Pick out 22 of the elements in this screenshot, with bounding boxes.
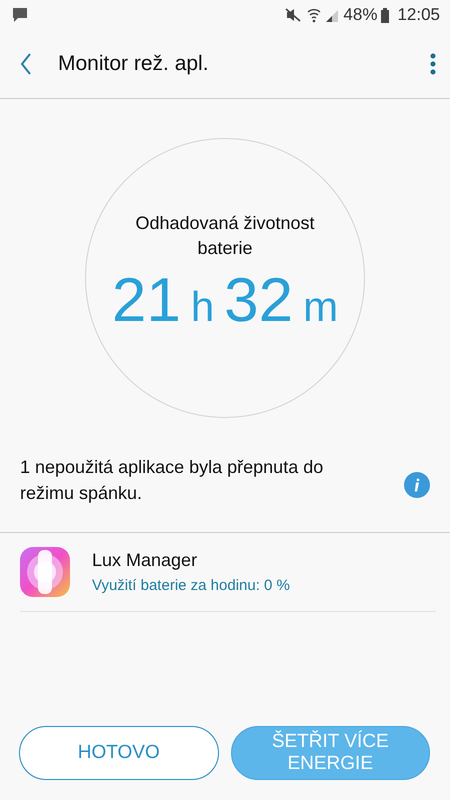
clock: 12:05 bbox=[397, 5, 440, 25]
page-title: Monitor rež. apl. bbox=[58, 52, 210, 76]
done-button[interactable]: HOTOVO bbox=[19, 726, 218, 780]
minutes-value: 32 bbox=[224, 264, 294, 336]
app-icon bbox=[20, 547, 70, 597]
hours-value: 21 bbox=[112, 264, 181, 336]
save-energy-button[interactable]: ŠETŘIT VÍCE ENERGIE bbox=[230, 726, 430, 780]
minutes-unit: m bbox=[303, 282, 338, 330]
hours-unit: h bbox=[190, 282, 214, 330]
app-item[interactable]: Lux Manager Využití baterie za hodinu: 0 % bbox=[20, 533, 436, 612]
battery-icon bbox=[381, 8, 390, 22]
wifi-icon bbox=[307, 7, 322, 23]
estimate-label: Odhadovaná životnost baterie bbox=[134, 212, 316, 260]
mute-icon bbox=[283, 7, 304, 23]
sleep-message: 1 nepoužitá aplikace byla přepnuta do režimu spánku. bbox=[20, 456, 324, 505]
more-icon[interactable] bbox=[430, 53, 436, 75]
back-icon[interactable] bbox=[20, 53, 32, 75]
app-name: Lux Manager bbox=[92, 550, 198, 571]
battery-usage: Využití baterie za hodinu: 0 % bbox=[92, 577, 290, 594]
battery-percent: 48% bbox=[343, 5, 378, 25]
message-icon bbox=[12, 7, 28, 23]
info-icon[interactable] bbox=[404, 472, 430, 498]
